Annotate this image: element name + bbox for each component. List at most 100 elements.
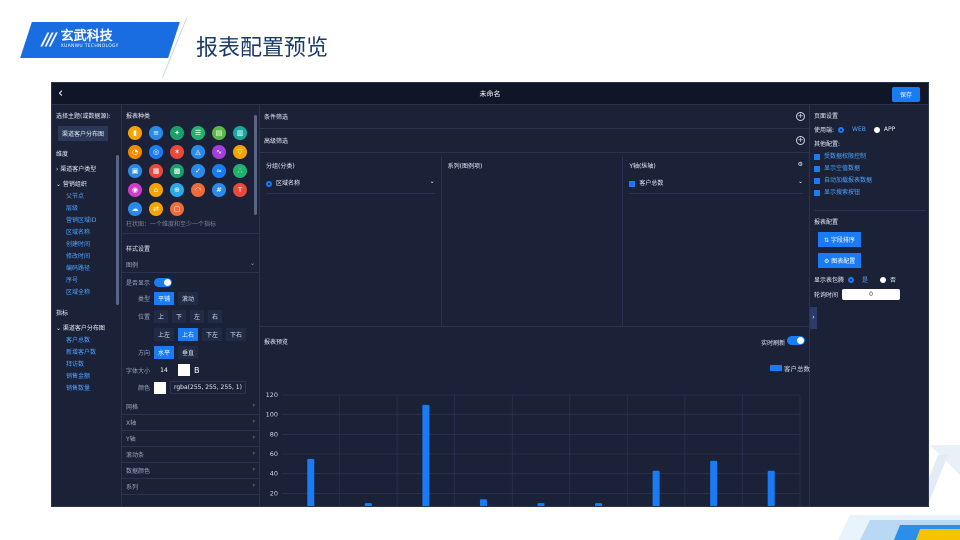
- link-icon[interactable]: ⊕: [170, 183, 184, 197]
- pos-bottom-left[interactable]: 下左: [202, 328, 223, 341]
- pos-left[interactable]: 左: [190, 310, 205, 323]
- card-icon[interactable]: ▣: [128, 164, 142, 178]
- dimension-field[interactable]: 编码路径: [66, 265, 117, 272]
- radar-icon[interactable]: ✶: [170, 145, 184, 159]
- dimension-field[interactable]: 创建时间: [66, 241, 117, 248]
- chart-config-button[interactable]: ⚙ 图表配置: [818, 253, 862, 268]
- group-field[interactable]: 区域名称 ⌄: [266, 176, 435, 194]
- pos-bottom-right[interactable]: 下右: [226, 328, 247, 341]
- chevron-down-icon: ⌄: [249, 260, 255, 267]
- dimension-field[interactable]: 区域名称: [66, 229, 117, 236]
- pos-right[interactable]: 右: [208, 310, 223, 323]
- gauge-icon[interactable]: ◠: [191, 183, 205, 197]
- y-tick-label: 40: [270, 470, 278, 478]
- dimension-group-sales-org[interactable]: ⌄ 营销组织: [56, 179, 117, 188]
- back-icon[interactable]: ‹: [58, 86, 63, 101]
- font-color-swatch[interactable]: [178, 364, 190, 376]
- metric-field[interactable]: 销售金额: [66, 373, 117, 380]
- add-filter-icon[interactable]: +: [796, 112, 805, 121]
- dimension-field[interactable]: 修改时间: [66, 253, 117, 260]
- line-icon[interactable]: ∿: [212, 145, 226, 159]
- pie-icon[interactable]: ◔: [128, 145, 142, 159]
- dimension-field[interactable]: 区域全称: [66, 289, 117, 296]
- map-icon[interactable]: ⌂: [149, 183, 163, 197]
- pos-bottom[interactable]: 下: [172, 310, 187, 323]
- pos-top[interactable]: 上: [154, 310, 169, 323]
- dir-vertical[interactable]: 垂直: [178, 346, 199, 359]
- style-section[interactable]: 系列 ›: [122, 479, 259, 495]
- dimension-field[interactable]: 父节点: [66, 193, 117, 200]
- pos-top-left[interactable]: 上左: [154, 328, 175, 341]
- legend-section[interactable]: 图例 ⌄: [122, 257, 259, 273]
- style-scrollbar[interactable]: [254, 115, 257, 215]
- gear-icon[interactable]: ⚙: [798, 161, 803, 170]
- realtime-toggle[interactable]: [787, 335, 805, 345]
- yaxis-field[interactable]: 客户总数 ⌄: [629, 176, 803, 194]
- checkbox-icon[interactable]: [814, 177, 820, 184]
- cloud-icon[interactable]: ☁: [128, 202, 142, 216]
- target-icon[interactable]: ◉: [128, 183, 142, 197]
- pos-top-right[interactable]: 上右: [178, 328, 199, 341]
- column-icon[interactable]: ▥: [233, 126, 247, 140]
- wave-icon[interactable]: ≈: [212, 164, 226, 178]
- style-section[interactable]: 滚动条 ›: [122, 447, 259, 463]
- dimension-group-channel-type[interactable]: › 渠道客户类型: [56, 164, 117, 173]
- dimension-field[interactable]: 序号: [66, 277, 117, 284]
- style-section[interactable]: 网格 ›: [122, 399, 259, 415]
- dimension-field[interactable]: 营销区域ID: [66, 217, 117, 224]
- type-label: 类型: [137, 296, 150, 303]
- style-section[interactable]: Y轴 ›: [122, 431, 259, 447]
- add-advanced-icon[interactable]: +: [796, 136, 805, 145]
- yes-radio[interactable]: [848, 276, 855, 283]
- metric-group[interactable]: ⌄ 渠道客户分布图: [56, 323, 117, 332]
- style-section[interactable]: X轴 ›: [122, 415, 259, 431]
- metric-field[interactable]: 客户总数: [66, 337, 117, 344]
- condition-filter[interactable]: 条件筛选 +: [260, 105, 809, 129]
- scatter-icon[interactable]: ∴: [233, 164, 247, 178]
- save-button[interactable]: 保存: [891, 87, 920, 102]
- color-swatch[interactable]: [154, 381, 166, 394]
- list-icon[interactable]: ☰: [191, 126, 205, 140]
- field-scrollbar[interactable]: [116, 155, 119, 305]
- check-icon[interactable]: ✓: [191, 164, 205, 178]
- image-icon[interactable]: ▢: [170, 202, 184, 216]
- chevron-right-icon: ›: [252, 482, 255, 489]
- legend-type-tile[interactable]: 平铺: [154, 292, 175, 305]
- compare-icon[interactable]: ⇄: [149, 202, 163, 216]
- legend-type-scroll[interactable]: 滚动: [178, 292, 199, 305]
- metric-field[interactable]: 销售数量: [66, 385, 117, 392]
- dimension-field[interactable]: 层级: [66, 205, 117, 212]
- donut-icon[interactable]: ◎: [149, 145, 163, 159]
- metric-field[interactable]: 拜访数: [66, 361, 117, 368]
- stack-icon[interactable]: ▤: [212, 126, 226, 140]
- bar-chart-icon[interactable]: ▮: [128, 126, 142, 140]
- calendar-icon[interactable]: ▦: [149, 164, 163, 178]
- web-radio[interactable]: [838, 126, 845, 133]
- logo-text: 玄武科技: [60, 29, 113, 44]
- yaxis-box: Y轴(纵轴) ⚙ 客户总数 ⌄: [623, 157, 809, 326]
- legend-show-toggle[interactable]: [154, 278, 172, 287]
- checkbox-icon[interactable]: [814, 153, 820, 160]
- app-radio[interactable]: [873, 126, 880, 133]
- tree-icon[interactable]: ✦: [170, 126, 184, 140]
- bold-toggle[interactable]: B: [194, 366, 200, 375]
- text-icon[interactable]: T: [233, 183, 247, 197]
- checkbox-icon[interactable]: [814, 165, 820, 172]
- y-tick-label: 20: [270, 489, 278, 497]
- field-sort-button[interactable]: ⇅ 字段排序: [818, 232, 861, 247]
- number-icon[interactable]: #: [212, 183, 226, 197]
- funnel-icon[interactable]: ▽: [233, 145, 247, 159]
- color-input[interactable]: rgba(255, 255, 255, 1): [170, 381, 246, 394]
- refresh-input[interactable]: 0: [842, 289, 901, 300]
- dir-horizontal[interactable]: 水平: [154, 346, 175, 359]
- advanced-filter[interactable]: 高级筛选 +: [260, 129, 809, 153]
- font-size-input[interactable]: 14: [154, 367, 174, 374]
- table-icon[interactable]: ≡: [149, 126, 163, 140]
- checkbox-icon[interactable]: [814, 189, 820, 196]
- style-section[interactable]: 数据颜色 ›: [122, 463, 259, 479]
- no-radio[interactable]: [880, 276, 887, 283]
- area-icon[interactable]: ◬: [191, 145, 205, 159]
- grid-icon[interactable]: ▩: [170, 164, 184, 178]
- topic-select[interactable]: 渠道客户分布图: [58, 126, 109, 141]
- metric-field[interactable]: 新增客户数: [66, 349, 117, 356]
